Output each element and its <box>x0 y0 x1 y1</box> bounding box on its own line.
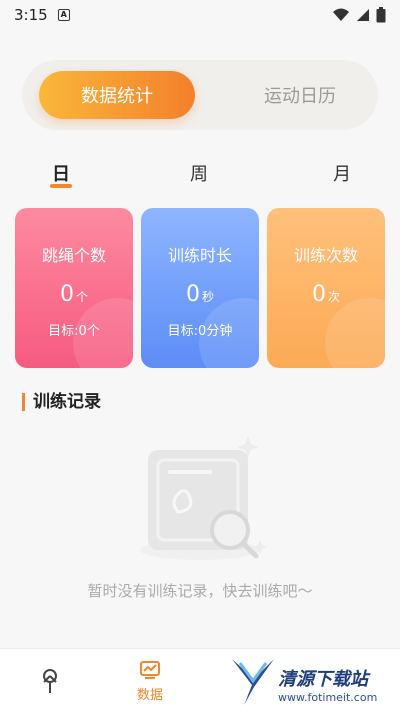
battery-icon <box>376 7 386 23</box>
tab-exercise-calendar[interactable]: 运动日历 <box>222 71 378 119</box>
tab-data-statistics[interactable]: 数据统计 <box>39 71 195 119</box>
watermark-url: www.fotimeit.com <box>278 691 378 704</box>
empty-state-text: 暂时没有训练记录，快去训练吧～ <box>87 582 313 600</box>
stat-card-unit: 秒 <box>201 290 214 304</box>
view-segmented-control: 数据统计 运动日历 <box>22 60 378 130</box>
watermark-logo-icon <box>232 659 274 705</box>
period-active-indicator <box>50 184 72 188</box>
cellular-icon <box>357 9 369 21</box>
section-title-training-records: 训练记录 <box>22 393 101 411</box>
stat-card-title: 训练次数 <box>293 246 358 265</box>
card-decoration <box>325 298 385 368</box>
stat-card-jump-count[interactable]: 跳绳个数 0个 目标:0个 <box>15 208 133 368</box>
tab-data-label: 数据 <box>136 687 163 703</box>
watermark: 清源下载站 www.fotimeit.com <box>230 655 400 710</box>
wifi-icon <box>333 8 349 21</box>
stat-card-value-row: 0个 <box>15 282 133 307</box>
stat-card-title: 跳绳个数 <box>41 246 106 265</box>
watermark-name: 清源下载站 <box>278 669 368 690</box>
stat-card-value: 0 <box>59 282 74 307</box>
tab-training[interactable] <box>30 649 70 712</box>
stat-card-goal: 目标:0个 <box>48 324 100 339</box>
stat-card-value: 0 <box>311 282 326 307</box>
tab-data[interactable]: 数据 <box>125 649 175 712</box>
status-bar: 3:15 A <box>0 0 400 30</box>
period-tab-day[interactable]: 日 <box>52 160 70 186</box>
empty-record-icon <box>140 436 267 560</box>
period-tab-week[interactable]: 周 <box>190 160 208 186</box>
notification-icon: A <box>57 9 70 21</box>
status-time: 3:15 <box>14 6 48 24</box>
data-tab-icon <box>140 660 160 679</box>
stat-card-title: 训练时长 <box>167 246 232 265</box>
status-icons <box>332 7 386 23</box>
stat-card-unit: 个 <box>75 290 88 304</box>
stat-card-value: 0 <box>185 282 200 307</box>
stat-card-goal: 目标:0分钟 <box>167 324 233 339</box>
stat-card-value-row: 0次 <box>267 282 385 307</box>
stat-card-unit: 次 <box>327 290 340 304</box>
stat-card-training-duration[interactable]: 训练时长 0秒 目标:0分钟 <box>141 208 259 368</box>
stat-card-value-row: 0秒 <box>141 282 259 307</box>
stat-card-training-times[interactable]: 训练次数 0次 <box>267 208 385 368</box>
period-tab-month[interactable]: 月 <box>333 160 351 186</box>
training-tab-icon <box>43 669 57 693</box>
